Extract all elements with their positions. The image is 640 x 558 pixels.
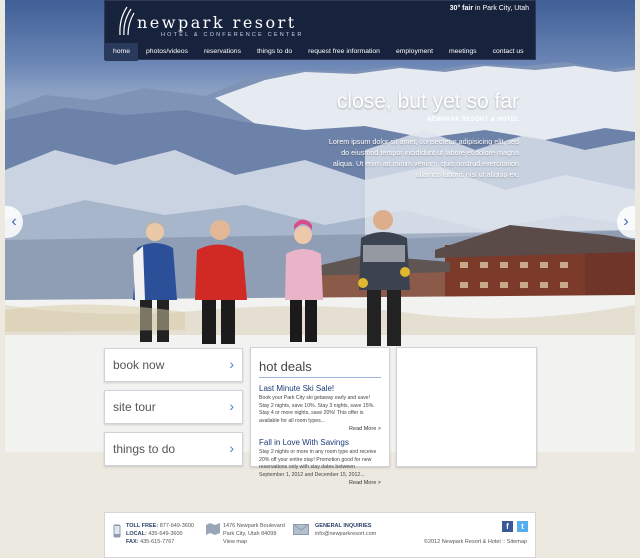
address-line: 1476 Newpark Boulevard	[223, 523, 285, 529]
logo-mark-icon	[119, 6, 135, 36]
chevron-right-icon: ›	[229, 398, 234, 414]
nav-things-to-do[interactable]: things to do	[249, 43, 300, 61]
things-to-do-label: things to do	[113, 442, 176, 456]
view-map-link[interactable]: View map	[223, 538, 285, 546]
site-tour-label: site tour	[113, 400, 156, 414]
read-more-link[interactable]: Read More >	[259, 480, 381, 486]
site-footer: TOLL FREE: 877-649-3600 LOCAL: 435-649-3…	[104, 512, 536, 558]
address-block: 1476 Newpark Boulevard Park City, Utah 8…	[223, 522, 285, 546]
hero-body: Lorem ipsum dolor sit amet, consectetur …	[328, 137, 519, 179]
fax-value: 435-615-7767	[140, 539, 175, 545]
book-now-button[interactable]: book now ›	[104, 348, 243, 382]
toll-free-value: 877-649-3600	[159, 523, 194, 529]
weather-temp: 30° fair	[449, 5, 474, 12]
read-more-link[interactable]: Read More >	[259, 426, 381, 432]
deal-text: Stay 2 nights or more in any room type a…	[259, 449, 377, 478]
phone-list: TOLL FREE: 877-649-3600 LOCAL: 435-649-3…	[126, 522, 194, 546]
hero-headline: close, but yet so far	[336, 90, 519, 113]
chevron-right-icon: ›	[229, 440, 234, 456]
chevron-right-icon: ›	[229, 356, 234, 372]
local-label: LOCAL:	[126, 531, 147, 537]
nav-home[interactable]: home	[105, 43, 139, 61]
hero-subhead: NEWPARK RESORT & HOTEL	[427, 117, 519, 123]
book-now-label: book now	[113, 358, 165, 372]
site-tour-button[interactable]: site tour ›	[104, 390, 243, 424]
weather-readout: 30° fair in Park City, Utah	[450, 5, 529, 12]
map-icon	[206, 523, 220, 535]
fax-label: FAX:	[126, 539, 139, 545]
facebook-icon[interactable]: f	[502, 521, 513, 532]
copyright[interactable]: ©2012 Newpark Resort & Hotel :: Sitemap	[424, 538, 527, 546]
deal-title[interactable]: Last Minute Ski Sale!	[259, 384, 381, 393]
things-to-do-button[interactable]: things to do ›	[104, 432, 243, 466]
local-value: 435-649-3600	[148, 531, 183, 537]
inquiries-block: GENERAL INQUIRIES info@newparkresort.com	[315, 522, 376, 538]
toll-free-label: TOLL FREE:	[126, 523, 159, 529]
site-header: newpark resort HOTEL & CONFERENCE CENTER…	[104, 0, 536, 61]
phone-icon	[113, 524, 121, 538]
address-line: Park City, Utah 84098	[223, 531, 277, 537]
nav-meetings[interactable]: meetings	[441, 43, 485, 61]
brand-tagline: HOTEL & CONFERENCE CENTER	[161, 32, 304, 38]
twitter-icon[interactable]: t	[517, 521, 528, 532]
nav-reservations[interactable]: reservations	[196, 43, 249, 61]
mail-icon	[293, 524, 309, 535]
empty-panel	[396, 347, 537, 467]
main-nav: home photos/videos reservations things t…	[105, 43, 535, 61]
inquiries-label: GENERAL INQUIRIES	[315, 523, 372, 529]
weather-location: in Park City, Utah	[475, 5, 529, 12]
brand-name[interactable]: newpark resort	[137, 13, 297, 32]
deal-title[interactable]: Fall in Love With Savings	[259, 438, 381, 447]
email-link[interactable]: info@newparkresort.com	[315, 530, 376, 538]
hot-deals-panel: hot deals Last Minute Ski Sale! Book you…	[250, 347, 390, 486]
nav-request-info[interactable]: request free information	[300, 43, 388, 61]
nav-photos-videos[interactable]: photos/videos	[138, 43, 196, 61]
deal-text: Book your Park City ski getaway early an…	[259, 395, 375, 424]
hot-deals-title: hot deals	[259, 359, 381, 378]
nav-contact[interactable]: contact us	[485, 43, 532, 61]
nav-employment[interactable]: employment	[388, 43, 441, 61]
